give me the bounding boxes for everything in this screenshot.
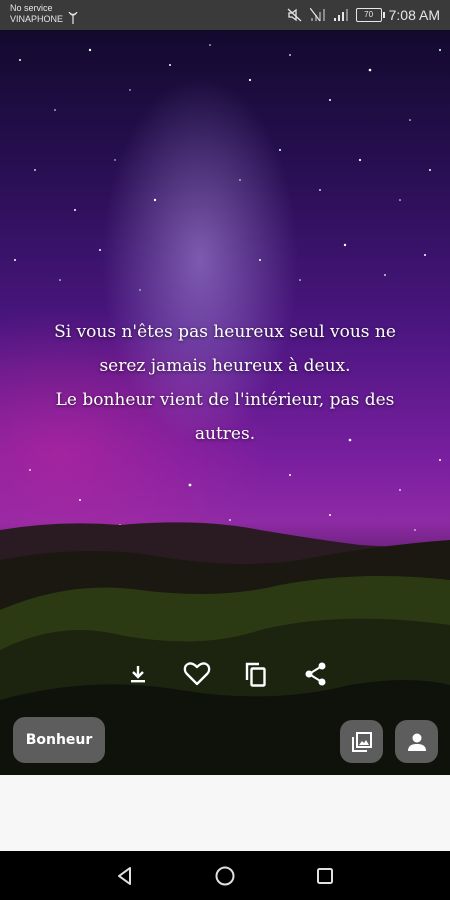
share-icon	[305, 662, 326, 686]
signal-icon	[333, 9, 348, 21]
home-button[interactable]	[210, 861, 240, 891]
copy-button[interactable]	[238, 656, 274, 692]
quote-actions	[0, 656, 450, 696]
gallery-icon	[351, 731, 372, 752]
gallery-button[interactable]	[340, 720, 383, 763]
category-button[interactable]: Bonheur	[13, 717, 105, 763]
like-button[interactable]	[179, 656, 215, 692]
recent-square-icon	[317, 868, 333, 884]
status-bar: No service VINAPHONE 70 7:08 AM	[0, 0, 450, 30]
antenna-icon	[68, 12, 78, 24]
carrier-name: VINAPHONE	[10, 14, 64, 24]
heart-outline-icon	[183, 662, 211, 686]
back-triangle-icon	[118, 867, 131, 885]
category-label: Bonheur	[25, 732, 93, 748]
quote-wallpaper: Si vous n'êtes pas heureux seul vous ne …	[0, 30, 450, 775]
bottom-blank-area	[0, 775, 450, 851]
battery-icon: 70	[355, 8, 385, 22]
download-button[interactable]	[120, 656, 156, 692]
copy-icon	[245, 662, 266, 687]
download-icon	[131, 666, 145, 683]
quote-text: Si vous n'êtes pas heureux seul vous ne …	[54, 322, 396, 444]
home-circle-icon	[215, 866, 235, 886]
mute-icon	[287, 8, 302, 22]
clock: 7:08 AM	[388, 7, 440, 23]
navigation-bar	[0, 851, 450, 900]
profile-button[interactable]	[395, 720, 438, 763]
carrier-info: No service VINAPHONE	[10, 3, 63, 25]
star-field	[14, 44, 441, 531]
no-signal-icon	[309, 8, 325, 22]
share-button[interactable]	[298, 656, 334, 692]
person-icon	[407, 733, 426, 751]
carrier-status: No service	[10, 3, 53, 13]
status-icons: 70 7:08 AM	[287, 6, 440, 24]
back-button[interactable]	[110, 861, 140, 891]
recent-apps-button[interactable]	[310, 861, 340, 891]
